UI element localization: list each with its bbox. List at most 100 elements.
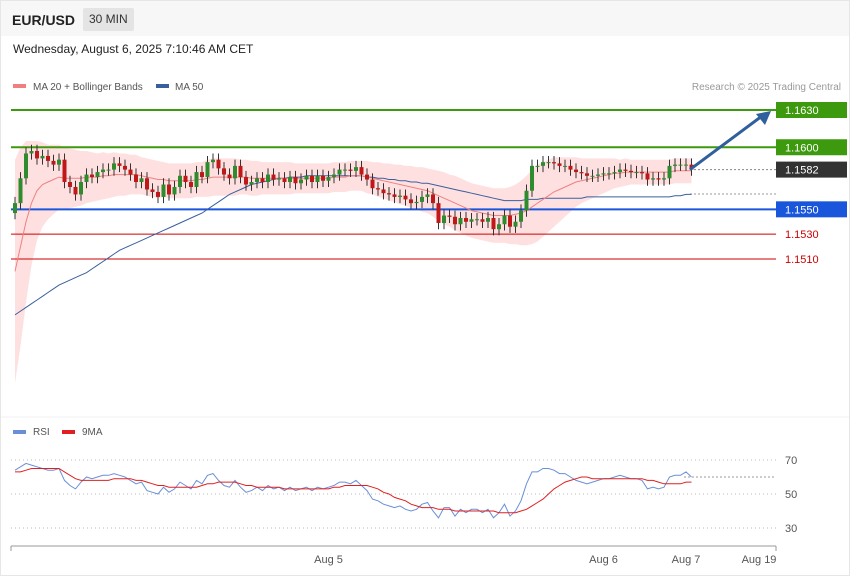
candle-body [425,194,430,197]
projection-arrow [689,114,763,171]
candle-body [315,175,320,183]
rsi-tick-50: 50 [785,489,797,501]
candle-body [607,173,611,175]
x-axis-label-Aug-6: Aug 6 [589,554,618,566]
candle-body [40,155,45,159]
candle-body [332,174,336,178]
candle-body [112,163,116,170]
candle-body [563,165,567,167]
candle-body [436,203,441,223]
candle-body [420,196,424,202]
candle-body [398,195,402,197]
rsi-ma-legend-swatch [62,430,75,434]
candle-body [656,178,661,180]
candle-body [475,219,479,221]
candle-body [216,159,221,169]
rsi-ma-legend-label: 9MA [82,427,103,438]
candle-body [684,164,688,166]
candle-body [62,159,67,183]
candle-body [634,172,639,174]
candle-body [222,168,226,175]
candle-body [645,173,650,180]
candle-body [546,162,551,164]
candle-body [128,169,133,175]
candle-body [84,174,89,183]
candle-body [480,219,485,222]
candle-body [227,174,232,179]
candle-body [662,178,666,180]
candle-body [524,190,529,211]
level-label-1.1600: 1.1600 [785,142,819,154]
candle-body [95,172,100,178]
candle-body [370,179,375,189]
candle-body [678,164,683,166]
candle-body [266,174,270,183]
candle-body [519,210,523,222]
candle-body [24,153,28,179]
candle-body [552,162,556,164]
level-label-1.1582: 1.1582 [785,165,819,177]
bollinger-band [15,141,692,384]
candle-body [139,178,144,183]
candle-body [321,175,325,181]
candle-body [79,182,83,195]
candle-body [667,165,672,179]
candle-body [469,219,474,222]
candle-body [403,195,408,200]
candle-body [326,177,331,181]
candle-body [101,169,105,173]
candle-body [387,193,391,195]
candle-body [579,172,584,174]
rsi-tick-70: 70 [785,455,797,467]
ma50-legend-label: MA 50 [175,82,204,93]
candle-body [51,160,56,165]
candle-body [145,178,149,190]
candle-body [673,164,677,166]
candle-body [194,172,199,187]
x-axis-label-Aug-19: Aug 19 [742,554,777,566]
rsi-tick-30: 30 [785,523,797,535]
candle-body [68,182,72,187]
candle-body [343,169,347,171]
candle-body [618,169,622,173]
candle-body [271,174,276,180]
candle-body [431,194,435,204]
candle-body [134,174,138,183]
x-axis-label-Aug-5: Aug 5 [314,554,343,566]
candle-body [123,165,127,170]
candle-body [73,186,78,195]
candle-body [359,167,364,175]
candle-body [365,174,369,180]
candle-body [590,175,595,177]
candle-body [277,178,281,180]
candle-body [13,203,17,214]
candle-body [409,199,413,204]
candle-body [354,167,358,171]
candle-body [189,182,193,187]
candle-body [392,194,397,197]
candle-body [376,188,380,190]
candle-body [282,178,287,183]
rsi-legend-swatch [13,430,26,434]
candle-body [623,169,628,171]
rsi-ma-line [15,468,692,514]
candle-body [211,159,215,163]
candle-body [156,191,160,197]
candle-body [612,172,617,174]
candle-body [200,172,204,178]
candle-body [183,175,188,183]
candle-body [117,163,122,166]
candle-body [178,175,182,187]
candle-body [414,201,419,204]
candle-body [150,189,155,192]
candle-body [629,170,633,173]
candle-body [172,186,177,195]
candle-body [568,165,573,170]
ma20-legend-label: MA 20 + Bollinger Bands [33,82,143,93]
candle-body [57,159,61,165]
candle-body [381,189,386,194]
candle-body [497,224,501,230]
candle-body [348,169,353,171]
rsi-legend-label: RSI [33,427,50,438]
candle-body [90,174,94,178]
